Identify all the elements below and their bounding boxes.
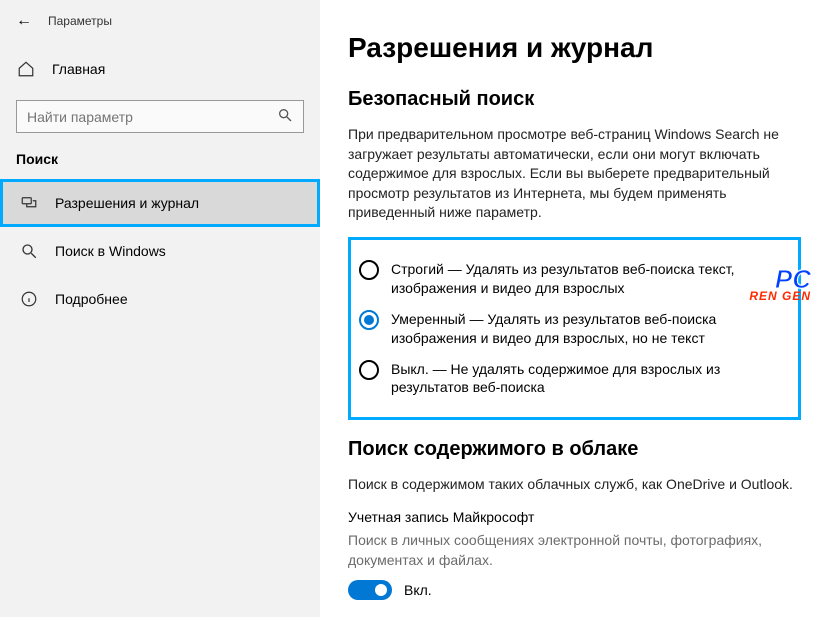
titlebar: ← Параметры xyxy=(0,12,320,50)
radio-label: Выкл. — Не удалять содержимое для взросл… xyxy=(391,360,784,398)
radio-strict[interactable]: Строгий — Удалять из результатов веб-пои… xyxy=(355,254,788,304)
permissions-icon xyxy=(19,194,39,212)
radio-moderate[interactable]: Умеренный — Удалять из результатов веб-п… xyxy=(355,304,788,354)
content-area: Разрешения и журнал Безопасный поиск При… xyxy=(320,0,829,617)
ms-account-toggle[interactable] xyxy=(348,580,392,600)
nav-item-label: Разрешения и журнал xyxy=(55,195,199,211)
search-input-container[interactable] xyxy=(16,100,304,133)
search-nav-icon xyxy=(19,242,39,260)
nav-item-more[interactable]: Подробнее xyxy=(0,275,320,323)
home-label: Главная xyxy=(52,61,105,77)
radio-label: Умеренный — Удалять из результатов веб-п… xyxy=(391,310,784,348)
home-icon xyxy=(16,60,36,78)
toggle-label: Вкл. xyxy=(404,582,432,598)
toggle-knob-icon xyxy=(375,584,387,596)
safesearch-radio-group: Строгий — Удалять из результатов веб-пои… xyxy=(348,237,801,420)
ms-account-toggle-row: Вкл. xyxy=(348,580,801,600)
cloud-description: Поиск в содержимом таких облачных служб,… xyxy=(348,475,801,495)
sidebar: ← Параметры Главная Поиск Разрешения и ж… xyxy=(0,0,320,617)
nav-item-windows-search[interactable]: Поиск в Windows xyxy=(0,227,320,275)
radio-icon xyxy=(359,360,379,380)
back-arrow-icon[interactable]: ← xyxy=(16,12,32,30)
section-label: Поиск xyxy=(0,151,320,179)
search-input[interactable] xyxy=(27,109,277,125)
cloud-heading: Поиск содержимого в облаке xyxy=(348,438,801,461)
safesearch-description: При предварительном просмотре веб-страни… xyxy=(348,125,801,223)
info-icon xyxy=(19,290,39,308)
page-heading: Разрешения и журнал xyxy=(348,32,801,64)
radio-icon xyxy=(359,310,379,330)
radio-off[interactable]: Выкл. — Не удалять содержимое для взросл… xyxy=(355,354,788,404)
safesearch-heading: Безопасный поиск xyxy=(348,88,801,111)
ms-account-description: Поиск в личных сообщениях электронной по… xyxy=(348,531,801,570)
window-title: Параметры xyxy=(48,14,112,28)
nav-item-label: Поиск в Windows xyxy=(55,243,166,259)
nav-item-label: Подробнее xyxy=(55,291,128,307)
ms-account-label: Учетная запись Майкрософт xyxy=(348,509,801,525)
search-icon xyxy=(277,107,293,126)
radio-icon xyxy=(359,260,379,280)
nav-item-permissions[interactable]: Разрешения и журнал xyxy=(0,179,320,227)
radio-label: Строгий — Удалять из результатов веб-пои… xyxy=(391,260,784,298)
home-button[interactable]: Главная xyxy=(0,50,320,88)
